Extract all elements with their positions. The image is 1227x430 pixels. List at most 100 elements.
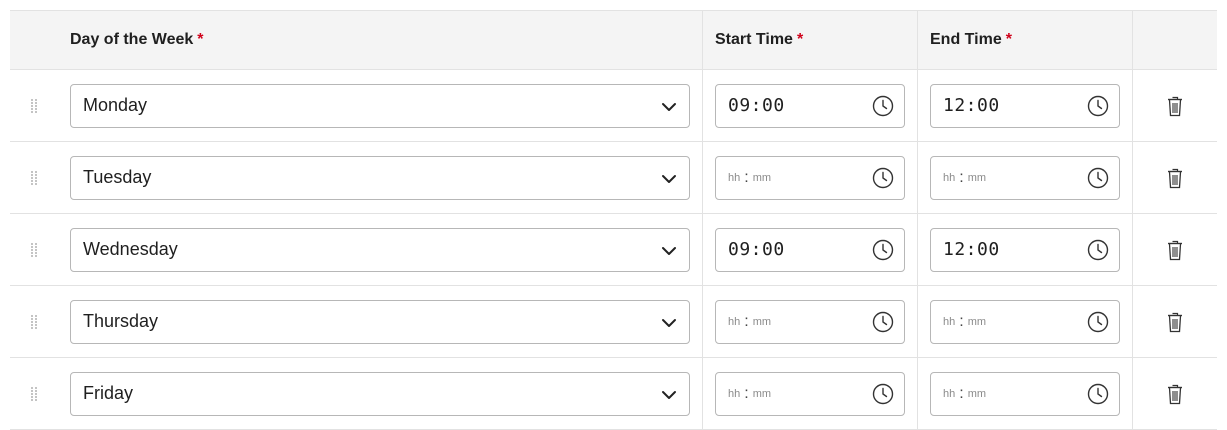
day-select-value: Monday <box>83 95 148 115</box>
end-time-input[interactable]: hh: mm <box>930 299 1120 344</box>
chevron-down-icon <box>662 174 676 183</box>
schedule-row: Thursday hh: mm hh: mm <box>10 286 1217 358</box>
chevron-down-icon <box>662 318 676 327</box>
start-time-input[interactable]: hh: mm <box>715 299 905 344</box>
end-time-value: hh: mm <box>943 168 987 186</box>
schedule-row: Tuesday hh: mm hh: mm <box>10 142 1217 214</box>
chevron-down-icon <box>662 246 676 255</box>
day-select[interactable]: Monday <box>70 83 690 128</box>
start-time-value: 09:00 <box>728 239 785 260</box>
clock-icon[interactable] <box>1087 167 1109 189</box>
chevron-down-icon <box>662 390 676 399</box>
trash-icon[interactable] <box>1167 383 1183 405</box>
placeholder-sep: : <box>744 168 749 186</box>
start-time-input[interactable]: hh: mm <box>715 155 905 200</box>
clock-icon[interactable] <box>1087 95 1109 117</box>
day-select-value: Friday <box>83 383 134 403</box>
placeholder-sep: : <box>959 312 964 330</box>
end-time-input[interactable]: hh: mm <box>930 371 1120 416</box>
header-drag-col <box>10 11 58 69</box>
chevron-down-icon <box>662 102 676 111</box>
start-time-text: 09:00 <box>728 95 785 116</box>
drag-handle-icon[interactable] <box>30 242 38 258</box>
trash-icon[interactable] <box>1167 167 1183 189</box>
placeholder-mm: mm <box>967 315 987 328</box>
end-time-text: 12:00 <box>943 239 1000 260</box>
drag-handle-icon[interactable] <box>30 314 38 330</box>
end-cell: hh: mm <box>918 142 1133 213</box>
start-cell: hh: mm <box>703 286 918 357</box>
end-time-value: hh: mm <box>943 312 987 330</box>
clock-icon[interactable] <box>872 167 894 189</box>
placeholder-sep: : <box>744 384 749 402</box>
day-select[interactable]: Tuesday <box>70 155 690 200</box>
start-time-input[interactable]: 09:00 <box>715 83 905 128</box>
day-select-value: Tuesday <box>83 167 152 187</box>
end-time-placeholder: hh: mm <box>943 168 987 186</box>
day-select-value: Thursday <box>83 311 159 331</box>
header-end-label: End Time <box>930 31 1002 48</box>
start-time-placeholder: hh: mm <box>728 313 771 330</box>
table-header: Day of the Week * Start Time * End Time … <box>10 10 1217 70</box>
trash-icon[interactable] <box>1167 239 1183 261</box>
clock-icon[interactable] <box>872 95 894 117</box>
placeholder-hh: hh <box>943 315 956 328</box>
required-asterisk: * <box>796 31 804 48</box>
placeholder-hh: hh <box>728 171 741 184</box>
start-time-value: hh: mm <box>728 313 771 330</box>
trash-icon[interactable] <box>1167 311 1183 333</box>
start-time-value: 09:00 <box>728 95 785 116</box>
end-time-value: 12:00 <box>943 239 1000 260</box>
drag-handle-icon[interactable] <box>30 98 38 114</box>
header-start-label: Start Time <box>715 31 793 48</box>
placeholder-sep: : <box>959 168 964 186</box>
header-start: Start Time * <box>703 11 918 69</box>
delete-cell <box>1133 70 1217 141</box>
end-time-text: 12:00 <box>943 95 1000 116</box>
drag-cell <box>10 70 58 141</box>
end-time-value: hh: mm <box>943 384 987 402</box>
delete-cell <box>1133 358 1217 429</box>
start-cell: hh: mm <box>703 142 918 213</box>
end-time-placeholder: hh: mm <box>943 312 987 330</box>
drag-cell <box>10 142 58 213</box>
required-asterisk: * <box>197 31 204 48</box>
day-cell: Thursday <box>58 286 703 357</box>
clock-icon[interactable] <box>1087 311 1109 333</box>
end-time-value: 12:00 <box>943 95 1000 116</box>
day-select[interactable]: Thursday <box>70 299 690 344</box>
trash-icon[interactable] <box>1167 95 1183 117</box>
header-day-label: Day of the Week <box>70 31 194 48</box>
day-cell: Tuesday <box>58 142 703 213</box>
schedule-row: Wednesday 09:00 12:00 <box>10 214 1217 286</box>
start-cell: 09:00 <box>703 70 918 141</box>
clock-icon[interactable] <box>872 383 894 405</box>
start-time-input[interactable]: hh: mm <box>715 371 905 416</box>
clock-icon[interactable] <box>872 311 894 333</box>
day-cell: Monday <box>58 70 703 141</box>
required-asterisk: * <box>1005 31 1012 48</box>
placeholder-sep: : <box>959 384 964 402</box>
end-cell: hh: mm <box>918 286 1133 357</box>
clock-icon[interactable] <box>872 239 894 261</box>
placeholder-hh: hh <box>943 387 956 400</box>
placeholder-mm: mm <box>967 171 987 184</box>
drag-cell <box>10 358 58 429</box>
start-cell: 09:00 <box>703 214 918 285</box>
delete-cell <box>1133 142 1217 213</box>
end-time-input[interactable]: 12:00 <box>930 83 1120 128</box>
placeholder-hh: hh <box>728 315 741 328</box>
drag-handle-icon[interactable] <box>30 170 38 186</box>
placeholder-mm: mm <box>967 387 987 400</box>
start-time-input[interactable]: 09:00 <box>715 227 905 272</box>
day-select[interactable]: Wednesday <box>70 227 690 272</box>
drag-handle-icon[interactable] <box>30 386 38 402</box>
end-time-input[interactable]: hh: mm <box>930 155 1120 200</box>
clock-icon[interactable] <box>1087 239 1109 261</box>
end-cell: hh: mm <box>918 358 1133 429</box>
day-select-value: Wednesday <box>83 239 178 259</box>
clock-icon[interactable] <box>1087 383 1109 405</box>
end-time-input[interactable]: 12:00 <box>930 227 1120 272</box>
end-cell: 12:00 <box>918 214 1133 285</box>
day-select[interactable]: Friday <box>70 371 690 416</box>
